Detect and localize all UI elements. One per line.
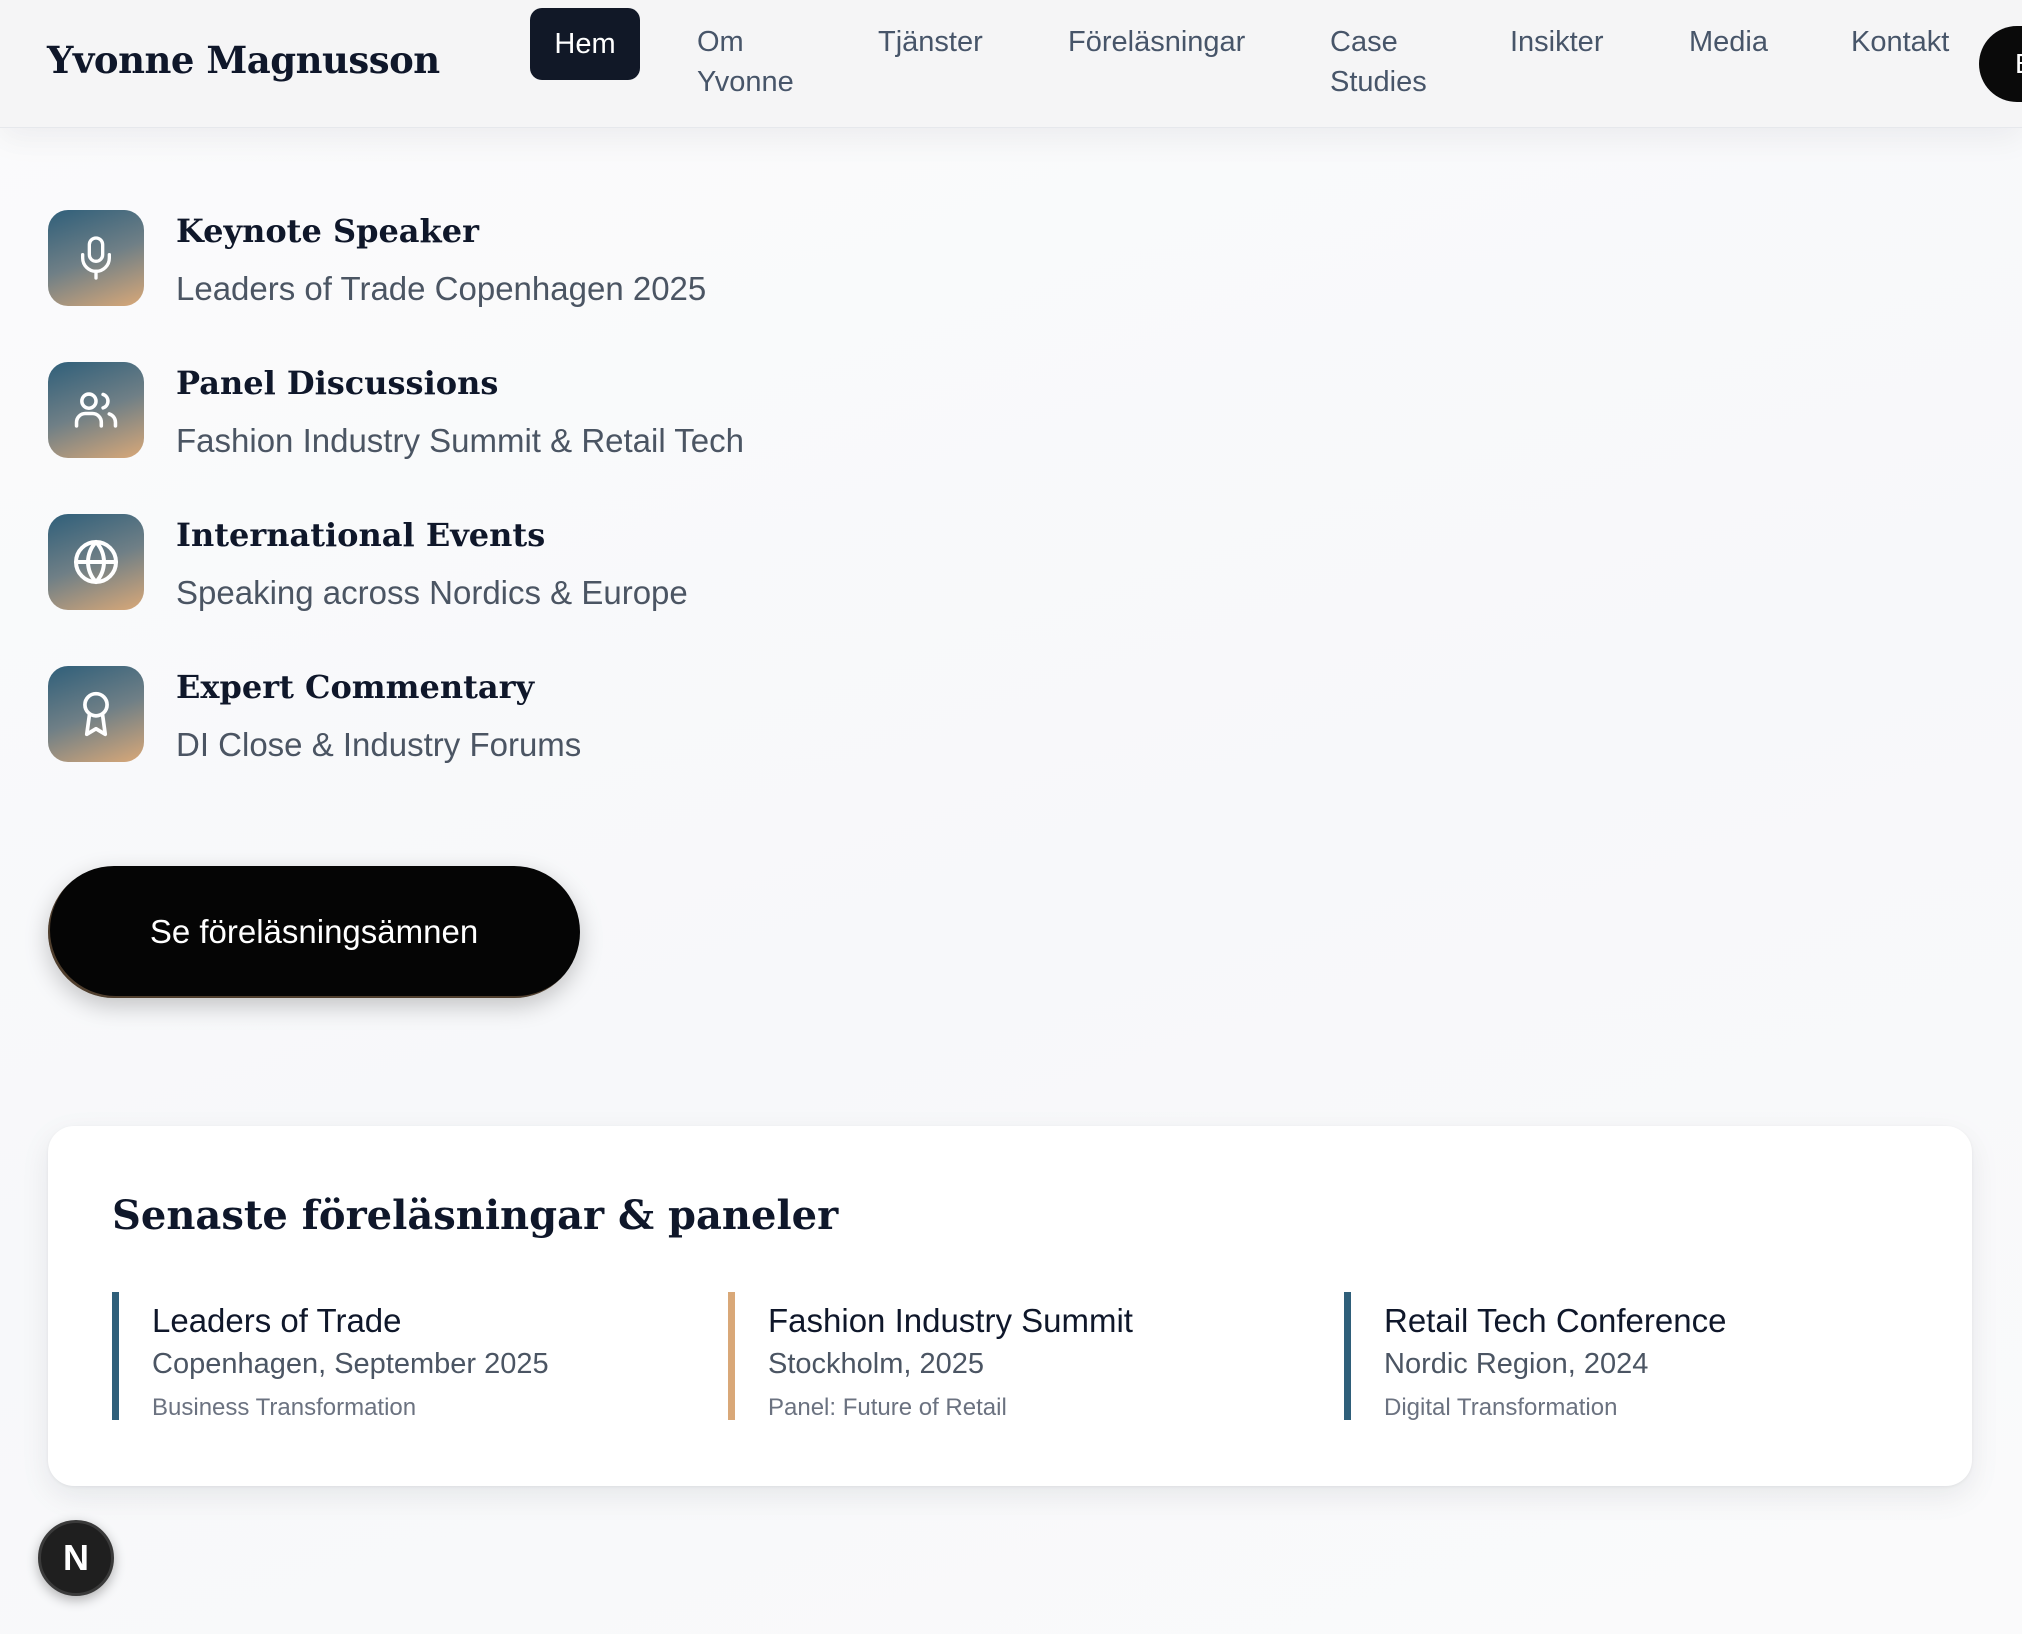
talk-name: Retail Tech Conference [1384,1302,1727,1339]
nav-item-tjanster[interactable]: Tjänster [878,22,983,62]
nav-item-kontakt[interactable]: Kontakt [1851,22,1949,62]
accent-bar [1344,1292,1351,1420]
feature-title: Panel Discussions [176,364,499,402]
talk-item: Retail Tech Conference Nordic Region, 20… [1344,1292,1924,1421]
talk-item: Leaders of Trade Copenhagen, September 2… [112,1292,692,1421]
talk-name: Fashion Industry Summit [768,1302,1133,1339]
talk-topic: Panel: Future of Retail [768,1394,1007,1421]
feature-item: Panel Discussions Fashion Industry Summi… [48,362,948,462]
accent-bar [112,1292,119,1420]
nextjs-dev-badge[interactable]: N [38,1520,114,1596]
nav-item-media[interactable]: Media [1689,22,1768,62]
view-topics-button[interactable]: Se föreläsningsämnen [48,866,580,998]
nav-item-forelasningar[interactable]: Föreläsningar [1068,22,1245,62]
users-icon [48,362,144,458]
card-title: Senaste föreläsningar & paneler [112,1192,839,1239]
feature-subtitle: Leaders of Trade Copenhagen 2025 [176,270,707,307]
header-cta-button[interactable]: B [1979,26,2022,102]
feature-subtitle: Speaking across Nordics & Europe [176,574,688,611]
feature-item: International Events Speaking across Nor… [48,514,948,614]
talk-name: Leaders of Trade [152,1302,402,1339]
brand-logo[interactable]: Yvonne Magnusson [47,38,440,82]
feature-title: International Events [176,516,546,554]
award-icon [48,666,144,762]
talk-item: Fashion Industry Summit Stockholm, 2025 … [728,1292,1308,1421]
talk-place: Nordic Region, 2024 [1384,1348,1649,1380]
feature-item: Keynote Speaker Leaders of Trade Copenha… [48,210,948,310]
talk-place: Stockholm, 2025 [768,1348,985,1380]
accent-bar [728,1292,735,1420]
feature-item: Expert Commentary DI Close & Industry Fo… [48,666,948,766]
microphone-icon [48,210,144,306]
talk-topic: Business Transformation [152,1394,417,1421]
feature-subtitle: DI Close & Industry Forums [176,726,582,763]
talk-place: Copenhagen, September 2025 [152,1348,549,1380]
nav-item-hem[interactable]: Hem [530,8,640,80]
feature-title: Expert Commentary [176,668,535,706]
nav-item-om-yvonne[interactable]: Om Yvonne [697,22,827,102]
feature-title: Keynote Speaker [176,212,479,250]
nav-item-insikter[interactable]: Insikter [1510,22,1603,62]
nav-item-case-studies[interactable]: Case Studies [1330,22,1450,102]
talk-topic: Digital Transformation [1384,1394,1618,1421]
feature-subtitle: Fashion Industry Summit & Retail Tech [176,422,744,459]
globe-icon [48,514,144,610]
recent-talks-card: Senaste föreläsningar & paneler Leaders … [48,1126,1972,1486]
site-header: Yvonne Magnusson Hem Om Yvonne Tjänster … [0,0,2022,128]
